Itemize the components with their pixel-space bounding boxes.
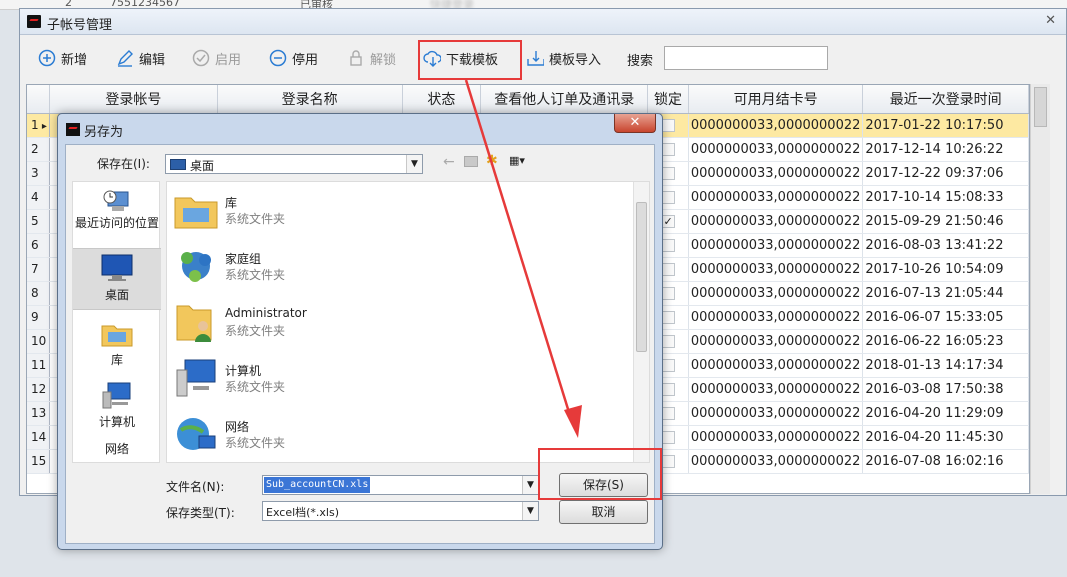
annotation-arrow [464,79,582,438]
